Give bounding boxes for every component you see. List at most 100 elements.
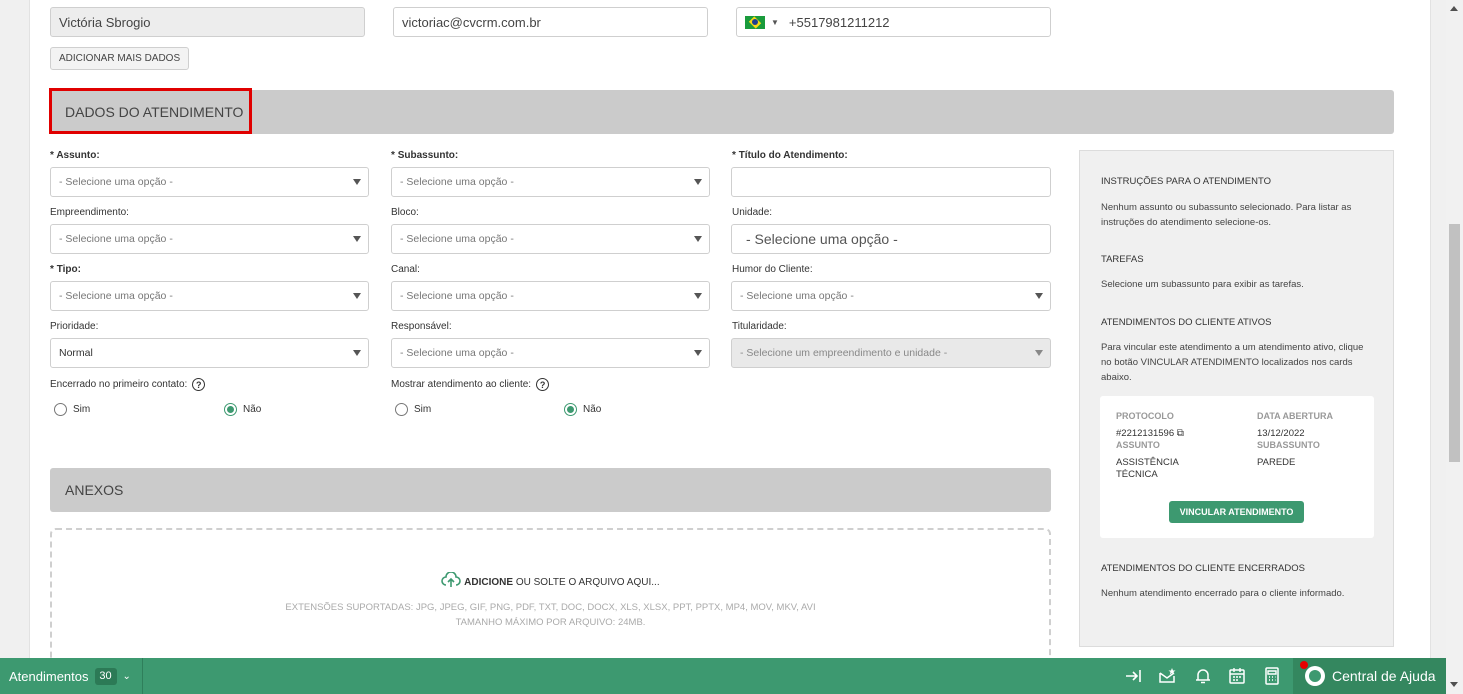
chevron-down-icon <box>1035 350 1043 356</box>
file-dropzone[interactable]: ADICIONE OU SOLTE O ARQUIVO AQUI... EXTE… <box>50 528 1051 668</box>
atendimentos-toggle[interactable]: Atendimentos 30 ⌄ <box>0 658 143 694</box>
tipo-select[interactable]: - Selecione uma opção - <box>50 281 369 311</box>
bloco-select[interactable]: - Selecione uma opção - <box>391 224 710 254</box>
name-field[interactable]: Victória Sbrogio <box>50 7 365 37</box>
country-caret-icon[interactable]: ▼ <box>771 18 779 27</box>
unidade-select[interactable]: - Selecione uma opção - <box>731 224 1051 254</box>
encerrado-sim-radio[interactable]: Sim <box>54 403 90 416</box>
radio-circle[interactable] <box>564 403 577 416</box>
scroll-up-icon[interactable] <box>1450 6 1458 11</box>
empreendimento-select[interactable]: - Selecione uma opção - <box>50 224 369 254</box>
bell-icon[interactable] <box>1194 667 1212 685</box>
name-value: Victória Sbrogio <box>59 14 151 30</box>
ativos-text: Para vincular este atendimento a um aten… <box>1101 342 1364 383</box>
brazil-flag-icon[interactable] <box>745 15 765 29</box>
vincular-atendimento-button[interactable]: VINCULAR ATENDIMENTO <box>1169 501 1304 523</box>
humor-label: Humor do Cliente: <box>732 264 813 275</box>
responsavel-label: Responsável: <box>391 321 452 332</box>
humor-select[interactable]: - Selecione uma opção - <box>731 281 1051 311</box>
radio-label: Sim <box>414 404 432 415</box>
radio-label: Sim <box>73 404 91 415</box>
instrucoes-text: Nenhum assunto ou subassunto selecionado… <box>1101 202 1352 228</box>
encerrados-text: Nenhum atendimento encerrado para o clie… <box>1101 588 1345 599</box>
help-icon[interactable]: ? <box>536 378 550 391</box>
instrucoes-title: INSTRUÇÕES PARA O ATENDIMENTO <box>1101 176 1271 187</box>
radio-circle[interactable] <box>54 403 67 416</box>
unidade-label: Unidade: <box>732 207 773 218</box>
mostrar-nao-radio[interactable]: Não <box>564 403 601 416</box>
assunto-select[interactable]: - Selecione uma opção - <box>50 167 369 197</box>
tipo-label: * Tipo: <box>50 264 81 275</box>
tarefas-text: Selecione um subassunto para exibir as t… <box>1101 279 1304 290</box>
add-more-data-button[interactable]: ADICIONAR MAIS DADOS <box>50 47 190 70</box>
phone-value: +5517981211212 <box>788 14 890 30</box>
page-scrollbar[interactable] <box>1446 0 1463 694</box>
page: Victória Sbrogio victoriac@cvcrm.com.br … <box>0 0 1463 694</box>
highlight-box <box>49 88 252 134</box>
external-link-icon[interactable]: ⧉ <box>1177 428 1184 439</box>
upload-rest-text: OU SOLTE O ARQUIVO AQUI... <box>513 577 660 588</box>
protocolo-value[interactable]: #2212131596 ⧉ <box>1116 428 1184 440</box>
atendimentos-label: Atendimentos <box>9 668 89 684</box>
data-abertura-label: DATA ABERTURA <box>1257 411 1333 421</box>
canal-select[interactable]: - Selecione uma opção - <box>391 281 710 311</box>
chevron-down-icon <box>694 179 702 185</box>
subassunto-card-value: PAREDE <box>1257 457 1296 468</box>
chat-icon <box>1305 666 1325 686</box>
scrollbar-thumb[interactable] <box>1449 224 1460 462</box>
bloco-placeholder: - Selecione uma opção - <box>400 233 514 245</box>
radio-label: Não <box>583 404 602 415</box>
tipo-placeholder: - Selecione uma opção - <box>59 290 173 302</box>
calculator-icon[interactable] <box>1263 667 1281 685</box>
prioridade-value: Normal <box>59 347 93 359</box>
responsavel-select[interactable]: - Selecione uma opção - <box>391 338 710 368</box>
encerrados-title: ATENDIMENTOS DO CLIENTE ENCERRADOS <box>1101 563 1305 574</box>
upload-action-text[interactable]: ADICIONE <box>464 577 513 588</box>
radio-circle[interactable] <box>395 403 408 416</box>
humor-placeholder: - Selecione uma opção - <box>740 290 854 302</box>
chevron-down-icon <box>353 236 361 242</box>
subassunto-select[interactable]: - Selecione uma opção - <box>391 167 710 197</box>
mostrar-label: Mostrar atendimento ao cliente:? <box>391 378 550 391</box>
subassunto-card-label: SUBASSUNTO <box>1257 440 1320 450</box>
chevron-down-icon <box>353 179 361 185</box>
assunto-card-value: ASSISTÊNCIA TÉCNICA <box>1116 457 1179 480</box>
calendar-icon[interactable] <box>1228 667 1246 685</box>
chevron-down-icon <box>694 236 702 242</box>
assunto-label: * Assunto: <box>50 150 100 161</box>
data-abertura-value: 13/12/2022 <box>1257 428 1305 439</box>
prioridade-label: Prioridade: <box>50 321 99 332</box>
empreendimento-label: Empreendimento: <box>50 207 129 218</box>
mail-star-icon[interactable] <box>1158 667 1176 685</box>
notification-dot <box>1300 661 1308 669</box>
help-center-button[interactable]: Central de Ajuda <box>1293 658 1446 694</box>
anexos-section-title: ANEXOS <box>65 482 124 498</box>
titularidade-select[interactable]: - Selecione um empreendimento e unidade … <box>731 338 1051 368</box>
assunto-placeholder: - Selecione uma opção - <box>59 176 173 188</box>
titulo-input[interactable] <box>731 167 1051 197</box>
radio-circle[interactable] <box>224 403 237 416</box>
encerrado-label: Encerrado no primeiro contato:? <box>50 378 206 391</box>
help-icon[interactable]: ? <box>192 378 206 391</box>
titularidade-placeholder: - Selecione um empreendimento e unidade … <box>740 347 948 359</box>
protocolo-label: PROTOCOLO <box>1116 411 1174 421</box>
collapse-right-icon[interactable] <box>1124 667 1142 685</box>
encerrado-nao-radio[interactable]: Não <box>224 403 261 416</box>
mostrar-sim-radio[interactable]: Sim <box>395 403 431 416</box>
tarefas-title: TAREFAS <box>1101 254 1144 265</box>
chevron-down-icon[interactable]: ⌄ <box>123 671 131 682</box>
chevron-down-icon <box>694 293 702 299</box>
active-ticket-card: PROTOCOLO #2212131596 ⧉ DATA ABERTURA 13… <box>1100 396 1374 538</box>
scroll-down-icon[interactable] <box>1450 682 1458 687</box>
prioridade-select[interactable]: Normal <box>50 338 369 368</box>
assunto-card-label: ASSUNTO <box>1116 440 1160 450</box>
supported-extensions: EXTENSÕES SUPORTADAS: JPG, JPEG, GIF, PN… <box>285 602 816 613</box>
canal-placeholder: - Selecione uma opção - <box>400 290 514 302</box>
dropzone-prompt[interactable]: ADICIONE OU SOLTE O ARQUIVO AQUI... <box>52 571 1049 588</box>
responsavel-placeholder: - Selecione uma opção - <box>400 347 514 359</box>
subassunto-label: * Subassunto: <box>391 150 459 161</box>
phone-field[interactable]: ▼ +5517981211212 <box>736 7 1051 37</box>
canal-label: Canal: <box>391 264 420 275</box>
chevron-down-icon <box>1035 293 1043 299</box>
email-field[interactable]: victoriac@cvcrm.com.br <box>393 7 708 37</box>
